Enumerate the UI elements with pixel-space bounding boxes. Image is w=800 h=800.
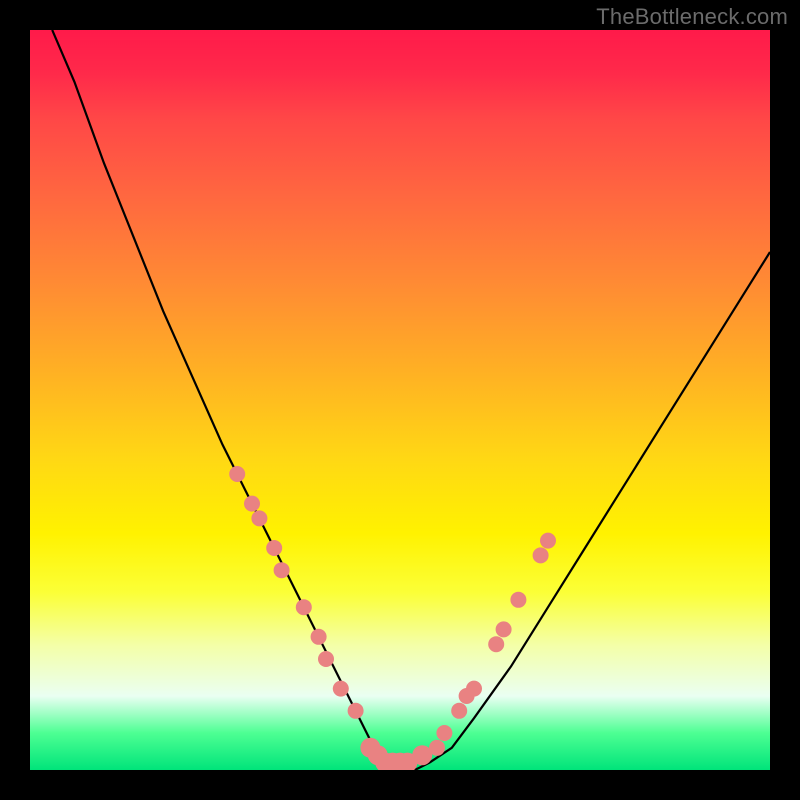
data-marker bbox=[451, 703, 467, 719]
data-markers bbox=[229, 466, 556, 770]
watermark-text: TheBottleneck.com bbox=[596, 4, 788, 30]
data-marker bbox=[436, 725, 452, 741]
data-marker bbox=[429, 740, 445, 756]
chart-frame: TheBottleneck.com bbox=[0, 0, 800, 800]
data-marker bbox=[266, 540, 282, 556]
data-marker bbox=[311, 629, 327, 645]
data-marker bbox=[533, 547, 549, 563]
data-marker bbox=[488, 636, 504, 652]
bottleneck-curve bbox=[52, 30, 770, 770]
data-marker bbox=[229, 466, 245, 482]
data-marker bbox=[274, 562, 290, 578]
data-marker bbox=[251, 510, 267, 526]
data-marker bbox=[244, 496, 260, 512]
data-marker bbox=[466, 681, 482, 697]
data-marker bbox=[333, 681, 349, 697]
chart-svg bbox=[30, 30, 770, 770]
data-marker bbox=[540, 533, 556, 549]
data-marker bbox=[496, 621, 512, 637]
data-marker bbox=[296, 599, 312, 615]
plot-area bbox=[30, 30, 770, 770]
data-marker bbox=[510, 592, 526, 608]
data-marker bbox=[318, 651, 334, 667]
data-marker bbox=[348, 703, 364, 719]
